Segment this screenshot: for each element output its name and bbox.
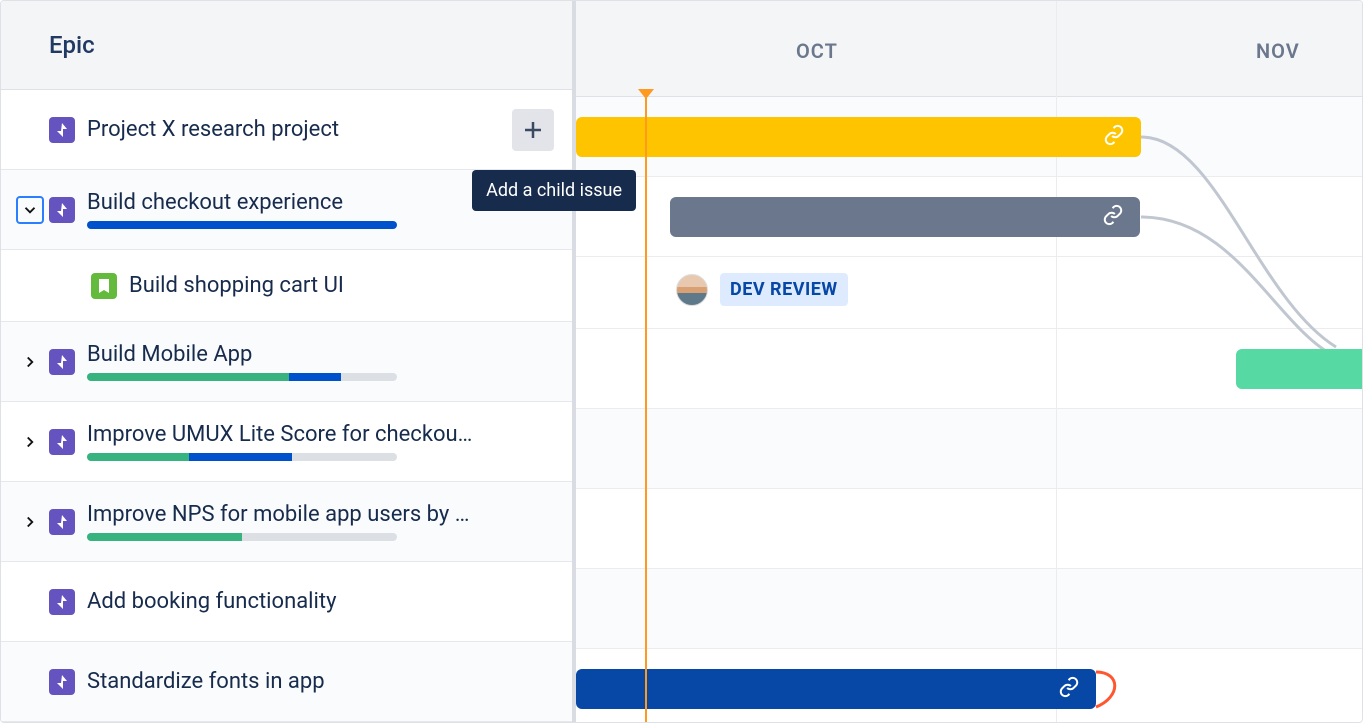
- epic-icon: [49, 117, 75, 143]
- add-child-tooltip: Add a child issue: [472, 170, 636, 211]
- link-icon[interactable]: [1102, 204, 1124, 230]
- progress-bar: [87, 453, 397, 461]
- progress-segment-green: [87, 373, 289, 381]
- epic-title[interactable]: Project X research project: [87, 117, 512, 142]
- timeline-bar[interactable]: [576, 669, 1096, 709]
- progress-bar: [87, 373, 397, 381]
- timeline-row-improve-umux: [576, 409, 1362, 489]
- epic-icon: [49, 589, 75, 615]
- child-title[interactable]: Build shopping cart UI: [129, 273, 572, 298]
- chevron-right-icon[interactable]: [16, 508, 44, 536]
- chevron-right-icon[interactable]: [16, 348, 44, 376]
- timeline-bar[interactable]: [670, 197, 1140, 237]
- story-icon: [91, 273, 117, 299]
- epic-row-improve-nps[interactable]: Improve NPS for mobile app users by …: [1, 482, 572, 562]
- epic-title[interactable]: Build Mobile App: [87, 342, 562, 367]
- progress-segment-green: [87, 533, 242, 541]
- epic-row-improve-umux[interactable]: Improve UMUX Lite Score for checkou…: [1, 402, 572, 482]
- progress-segment-blue: [289, 373, 342, 381]
- today-marker-line: [645, 97, 647, 722]
- expand-col: [11, 196, 49, 224]
- child-row-shopping-cart-ui[interactable]: Build shopping cart UI: [1, 250, 572, 322]
- epic-icon: [49, 349, 75, 375]
- timeline-header: OCT NOV: [576, 1, 1362, 97]
- timeline-row-improve-nps: [576, 489, 1362, 569]
- progress-bar: [87, 221, 397, 229]
- timeline-row-project-x: [576, 97, 1362, 177]
- expand-col: [11, 428, 49, 456]
- timeline-panel[interactable]: OCT NOV DEV REVIEW: [576, 1, 1362, 722]
- epic-row-build-mobile-app[interactable]: Build Mobile App: [1, 322, 572, 402]
- timeline-row-build-mobile-app: [576, 329, 1362, 409]
- epic-title[interactable]: Improve NPS for mobile app users by …: [87, 502, 562, 527]
- chevron-right-icon[interactable]: [16, 428, 44, 456]
- epic-title[interactable]: Standardize fonts in app: [87, 669, 562, 694]
- timeline-row-add-booking: [576, 569, 1362, 649]
- epic-icon: [49, 669, 75, 695]
- timeline-row-build-checkout: [576, 177, 1362, 257]
- epic-title[interactable]: Improve UMUX Lite Score for checkou…: [87, 422, 562, 447]
- status-pill[interactable]: DEV REVIEW: [676, 273, 848, 306]
- timeline-bar[interactable]: [576, 117, 1141, 157]
- epic-rows: Project X research projectAdd a child is…: [1, 90, 572, 722]
- progress-segment-green: [87, 453, 189, 461]
- month-divider: [1056, 1, 1057, 722]
- status-label: DEV REVIEW: [720, 273, 848, 306]
- chevron-down-icon[interactable]: [16, 196, 44, 224]
- timeline-child-row-shopping-cart-ui: DEV REVIEW: [576, 257, 1362, 329]
- link-icon[interactable]: [1058, 676, 1080, 702]
- progress-bar: [87, 533, 397, 541]
- epic-icon: [49, 429, 75, 455]
- roadmap-container: Epic Project X research projectAdd a chi…: [0, 0, 1363, 723]
- progress-segment-blue: [189, 453, 291, 461]
- link-icon[interactable]: [1103, 124, 1125, 150]
- epic-row-add-booking[interactable]: Add booking functionality: [1, 562, 572, 642]
- epic-icon: [49, 197, 75, 223]
- expand-col: [11, 348, 49, 376]
- expand-col: [11, 508, 49, 536]
- timeline-rows: DEV REVIEW: [576, 97, 1362, 722]
- assignee-avatar[interactable]: [676, 274, 708, 306]
- epic-row-project-x[interactable]: Project X research projectAdd a child is…: [1, 90, 572, 170]
- epic-list-panel: Epic Project X research projectAdd a chi…: [1, 1, 576, 722]
- month-label-nov: NOV: [1256, 39, 1300, 63]
- epic-column-title: Epic: [49, 31, 95, 59]
- epic-column-header: Epic: [1, 1, 572, 90]
- epic-row-standardize-fonts[interactable]: Standardize fonts in app: [1, 642, 572, 722]
- month-label-oct: OCT: [796, 39, 838, 63]
- timeline-bar[interactable]: [1236, 349, 1362, 389]
- add-child-issue-button[interactable]: [512, 109, 554, 151]
- progress-segment-blue: [87, 221, 397, 229]
- today-marker-caret: [638, 89, 654, 99]
- epic-icon: [49, 509, 75, 535]
- timeline-row-standardize-fonts: [576, 649, 1362, 722]
- epic-title[interactable]: Add booking functionality: [87, 589, 562, 614]
